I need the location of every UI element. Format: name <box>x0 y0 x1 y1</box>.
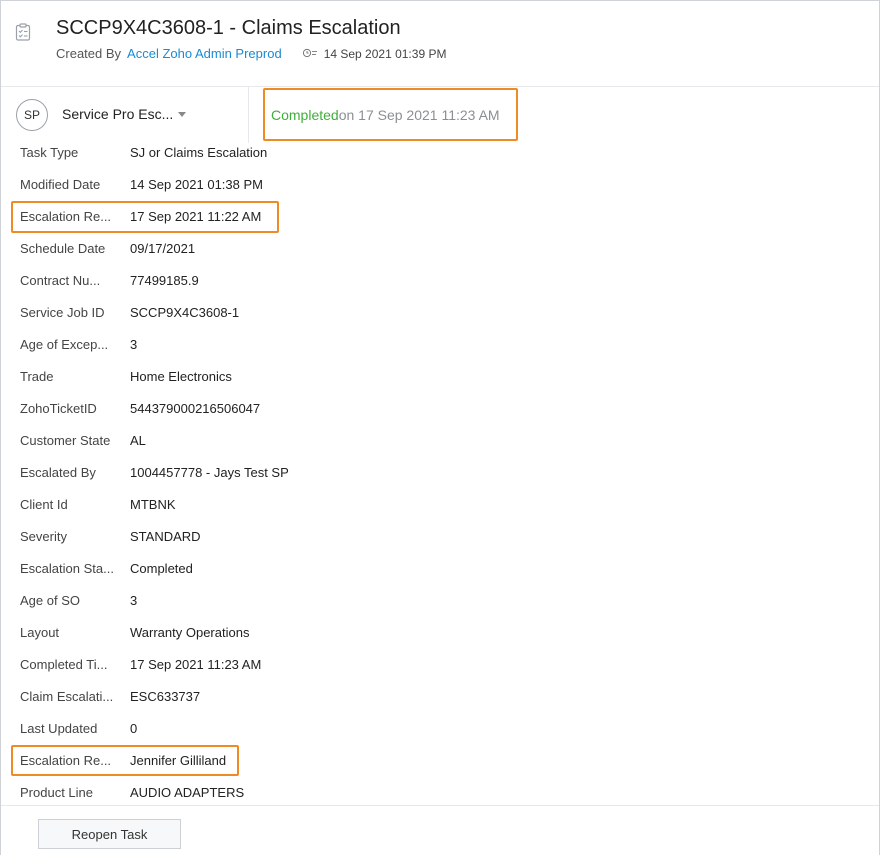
creator-link[interactable]: Accel Zoho Admin Preprod <box>127 46 282 61</box>
field-value: STANDARD <box>130 529 201 544</box>
field-label: Contract Nu... <box>20 273 101 288</box>
field-row-modified-date: Modified Date 14 Sep 2021 01:38 PM <box>1 169 601 201</box>
field-label: Age of Excep... <box>20 337 109 352</box>
footer-bar: Reopen Task <box>1 805 879 855</box>
task-owner: SP Service Pro Esc... <box>1 87 249 143</box>
field-value: Warranty Operations <box>130 625 250 640</box>
field-value: 1004457778 - Jays Test SP <box>130 465 289 480</box>
field-label: Layout <box>20 625 60 640</box>
field-row-age-of-so: Age of SO 3 <box>1 585 601 617</box>
field-value: 3 <box>130 337 138 352</box>
reopen-task-button[interactable]: Reopen Task <box>38 819 181 849</box>
created-by-label: Created By <box>56 46 122 61</box>
field-row-escalated-by: Escalated By 1004457778 - Jays Test SP <box>1 457 601 489</box>
highlight-box <box>11 745 239 776</box>
status-completed-box: Completed on 17 Sep 2021 11:23 AM <box>263 88 518 141</box>
field-label: Modified Date <box>20 177 101 192</box>
field-row-contract-number: Contract Nu... 77499185.9 <box>1 265 601 297</box>
field-row-trade: Trade Home Electronics <box>1 361 601 393</box>
field-value: 3 <box>130 593 138 608</box>
field-row-schedule-date: Schedule Date 09/17/2021 <box>1 233 601 265</box>
field-row-escalation-status: Escalation Sta... Completed <box>1 553 601 585</box>
field-value: MTBNK <box>130 497 176 512</box>
owner-status-bar: SP Service Pro Esc... Completed on 17 Se… <box>1 87 879 143</box>
field-row-customer-state: Customer State AL <box>1 425 601 457</box>
field-label: Escalated By <box>20 465 96 480</box>
field-row-client-id: Client Id MTBNK <box>1 489 601 521</box>
clock-icon <box>302 46 318 61</box>
field-label: ZohoTicketID <box>20 401 97 416</box>
field-value: SCCP9X4C3608-1 <box>130 305 240 320</box>
field-value: 09/17/2021 <box>130 241 196 256</box>
field-row-completed-time: Completed Ti... 17 Sep 2021 11:23 AM <box>1 649 601 681</box>
field-value: Home Electronics <box>130 369 232 384</box>
task-detail-panel: SCCP9X4C3608-1 - Claims Escalation Creat… <box>0 0 880 855</box>
field-value: SJ or Claims Escalation <box>130 145 268 160</box>
highlight-box <box>11 201 279 233</box>
page-title: SCCP9X4C3608-1 - Claims Escalation <box>56 17 401 39</box>
field-value: AL <box>130 433 146 448</box>
field-label: Task Type <box>20 145 79 160</box>
field-label: Customer State <box>20 433 111 448</box>
field-label: Claim Escalati... <box>20 689 114 704</box>
field-label: Schedule Date <box>20 241 106 256</box>
field-row-layout: Layout Warranty Operations <box>1 617 601 649</box>
field-label: Completed Ti... <box>20 657 108 672</box>
field-value: ESC633737 <box>130 689 201 704</box>
field-row-zoho-ticket-id: ZohoTicketID 544379000216506047 <box>1 393 601 425</box>
field-row-task-type: Task Type SJ or Claims Escalation <box>1 137 601 169</box>
created-date: 14 Sep 2021 01:39 PM <box>323 46 447 61</box>
field-label: Trade <box>20 369 54 384</box>
field-value: 17 Sep 2021 11:23 AM <box>130 657 262 672</box>
field-label: Age of SO <box>20 593 80 608</box>
field-row-service-job-id: Service Job ID SCCP9X4C3608-1 <box>1 297 601 329</box>
field-row-last-updated: Last Updated 0 <box>1 713 601 745</box>
field-label: Client Id <box>20 497 68 512</box>
status-state: Completed <box>271 106 339 123</box>
field-value: AUDIO ADAPTERS <box>130 785 245 800</box>
created-by-line: Created By Accel Zoho Admin Preprod 14 S… <box>56 46 446 61</box>
task-header: SCCP9X4C3608-1 - Claims Escalation Creat… <box>1 1 879 87</box>
field-value: 544379000216506047 <box>130 401 261 416</box>
avatar[interactable]: SP <box>16 99 48 131</box>
field-label: Service Job ID <box>20 305 105 320</box>
field-value: 0 <box>130 721 138 736</box>
field-value: 77499185.9 <box>130 273 199 288</box>
field-row-age-of-exception: Age of Excep... 3 <box>1 329 601 361</box>
field-value: 14 Sep 2021 01:38 PM <box>130 177 263 192</box>
field-row-severity: Severity STANDARD <box>1 521 601 553</box>
owner-name[interactable]: Service Pro Esc... <box>62 106 173 122</box>
status-completed-date: on 17 Sep 2021 11:23 AM <box>338 106 500 123</box>
field-label: Product Line <box>20 785 93 800</box>
task-checklist-icon <box>15 23 31 41</box>
field-label: Severity <box>20 529 67 544</box>
field-label: Escalation Sta... <box>20 561 114 576</box>
chevron-down-icon[interactable] <box>178 112 186 117</box>
field-label: Last Updated <box>20 721 98 736</box>
field-row-claim-escalation: Claim Escalati... ESC633737 <box>1 681 601 713</box>
field-value: Completed <box>130 561 193 576</box>
